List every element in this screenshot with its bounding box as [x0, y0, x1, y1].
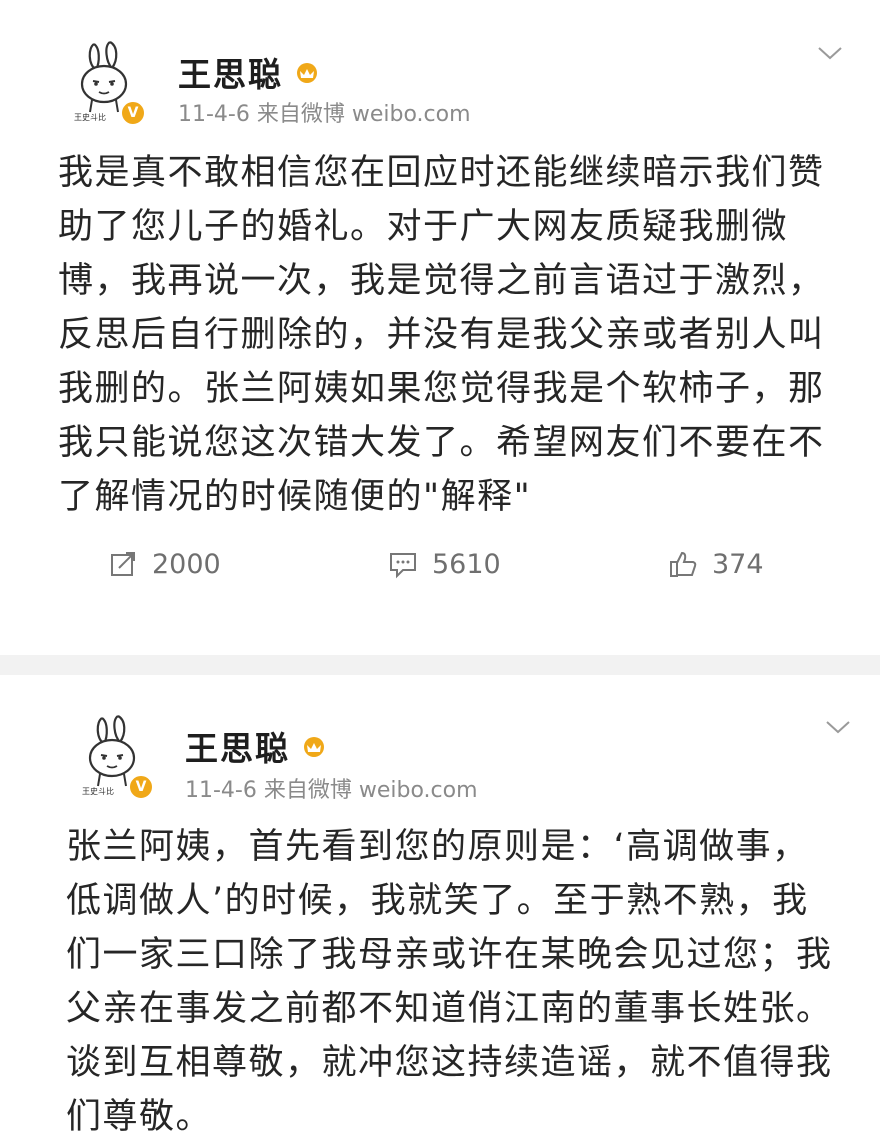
verified-v-badge-icon: V: [128, 774, 154, 800]
avatar[interactable]: 王史斗比 V: [74, 712, 154, 800]
user-line: 王思聪: [178, 48, 321, 96]
svg-text:王史斗比: 王史斗比: [82, 786, 114, 796]
thumbs-up-icon: [670, 551, 697, 577]
repost-button[interactable]: 2000: [108, 549, 221, 580]
svg-text:王史斗比: 王史斗比: [74, 112, 106, 122]
username[interactable]: 王思聪: [178, 48, 283, 96]
comment-icon: [390, 553, 416, 579]
user-line: 王思聪: [185, 722, 328, 770]
username[interactable]: 王思聪: [185, 722, 290, 770]
repost-icon: [111, 552, 135, 576]
weibo-member-crown-icon[interactable]: [300, 734, 328, 758]
weibo-post: 王史斗比 V 王思聪 11-4-6 来自微博 weibo.com 我是真不敢相信…: [0, 0, 880, 655]
post-body: 张兰阿姨，首先看到您的原则是：‘高调做事，低调做人’的时候，我就笑了。至于熟不熟…: [66, 827, 833, 1137]
post-meta: 11-4-6 来自微博 weibo.com: [185, 778, 478, 803]
like-button[interactable]: 374: [668, 549, 764, 580]
post-separator: [0, 655, 880, 675]
post-meta: 11-4-6 来自微博 weibo.com: [178, 102, 471, 127]
weibo-post-2: 王史斗比 V 王思聪 11-4-6 来自微博 weibo.com 张兰阿姨，首先…: [0, 675, 880, 1137]
chevron-down-icon[interactable]: [824, 718, 852, 736]
comment-count: 5610: [432, 548, 501, 580]
verified-v-badge-icon: V: [120, 100, 146, 126]
post-body: 我是真不敢相信您在回应时还能继续暗示我们赞助了您儿子的婚礼。对于广大网友质疑我删…: [58, 153, 825, 517]
avatar[interactable]: 王史斗比 V: [66, 38, 146, 126]
chevron-down-icon[interactable]: [816, 44, 844, 62]
comment-button[interactable]: 5610: [388, 549, 501, 580]
repost-count: 2000: [152, 548, 221, 580]
post-actions: 2000 5610 374: [0, 528, 880, 600]
like-count: 374: [712, 548, 764, 580]
weibo-member-crown-icon[interactable]: [293, 60, 321, 84]
